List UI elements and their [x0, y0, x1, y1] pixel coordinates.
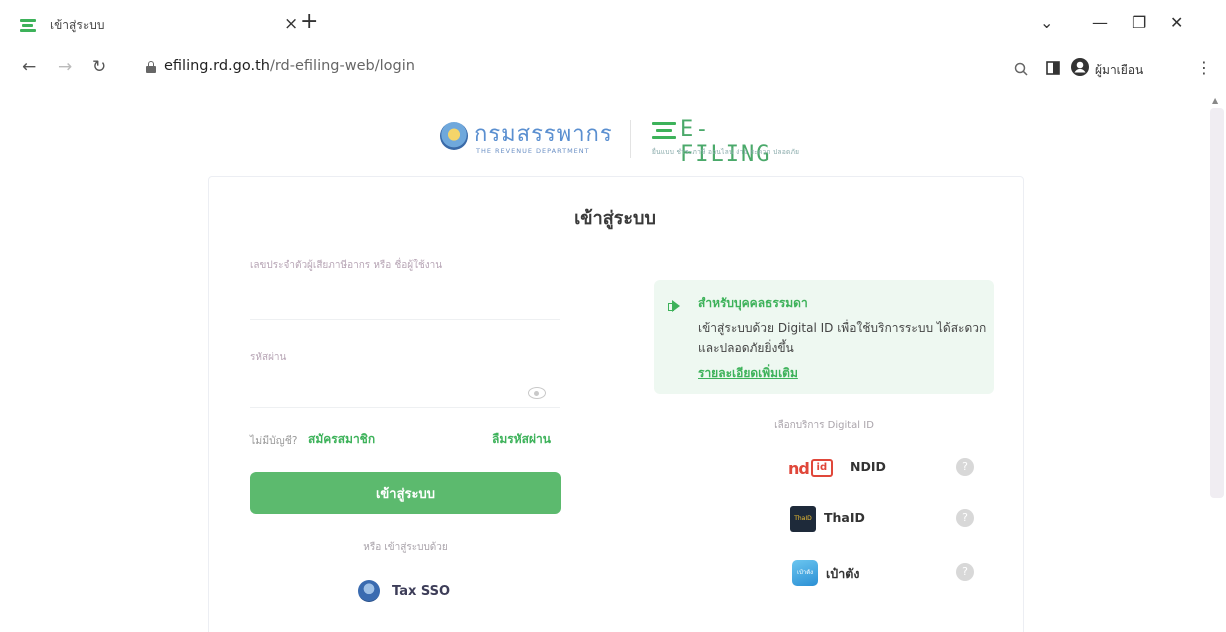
- provider-ndid[interactable]: nd id NDID ?: [654, 449, 994, 489]
- more-details-link[interactable]: รายละเอียดเพิ่มเติม: [698, 364, 798, 383]
- tab-search-dropdown-icon[interactable]: ⌄: [1040, 13, 1053, 32]
- side-panel-icon[interactable]: [1046, 61, 1060, 75]
- choose-digital-id-label: เลือกบริการ Digital ID: [774, 420, 874, 431]
- logo-divider: [630, 120, 631, 158]
- register-link[interactable]: สมัครสมาชิก: [308, 430, 375, 449]
- help-icon[interactable]: ?: [956, 458, 974, 476]
- ndid-logo-icon: nd id: [788, 455, 846, 481]
- site-header-logos: กรมสรรพากร THE REVENUE DEPARTMENT E-FILI…: [440, 116, 800, 167]
- url-domain: efiling.rd.go.th: [164, 58, 270, 74]
- login-title: เข้าสู่ระบบ: [574, 208, 656, 229]
- tab-title: เข้าสู่ระบบ: [50, 17, 105, 32]
- digital-id-info-box: สำหรับบุคคลธรรมดา เข้าสู่ระบบด้วย Digita…: [654, 280, 994, 394]
- browser-tab-bar: เข้าสู่ระบบ × + ⌄ — ❐ ✕: [0, 0, 1226, 46]
- help-icon[interactable]: ?: [956, 509, 974, 527]
- info-text: เข้าสู่ระบบด้วย Digital ID เพื่อใช้บริกา…: [698, 321, 987, 355]
- zoom-icon[interactable]: [1014, 62, 1028, 76]
- profile-avatar-icon[interactable]: [1070, 57, 1090, 77]
- page-scrollbar[interactable]: [1210, 108, 1224, 498]
- profile-name[interactable]: ผู้มาเยือน: [1095, 61, 1143, 80]
- tax-sso-seal-icon: [358, 580, 380, 602]
- efiling-logo-icon: [652, 120, 678, 142]
- tax-sso-label: Tax SSO: [392, 583, 451, 599]
- paotang-logo-icon: เป๋าตัง: [792, 560, 818, 586]
- username-input[interactable]: [250, 290, 560, 320]
- show-password-eye-icon[interactable]: [528, 387, 546, 399]
- url-path: /rd-efiling-web/login: [269, 58, 415, 74]
- thaid-logo-icon: ThaID: [790, 506, 816, 532]
- efiling-favicon-icon: [20, 17, 40, 33]
- provider-paotang[interactable]: เป๋าตัง เป๋าตัง ?: [654, 554, 994, 594]
- revenue-department-name: กรมสรรพากร: [474, 122, 613, 147]
- efiling-subtitle: ยื่นแบบ ชำระภาษี ออนไลน์ ง่าย สะดวก ปลอด…: [652, 148, 800, 156]
- forgot-password-link[interactable]: ลืมรหัสผ่าน: [492, 430, 551, 449]
- tab-close-icon[interactable]: ×: [284, 14, 298, 34]
- close-window-button[interactable]: ✕: [1170, 13, 1183, 32]
- efiling-name: E-FILING: [680, 117, 772, 167]
- browser-menu-icon[interactable]: ⋮: [1196, 58, 1212, 77]
- password-label: รหัสผ่าน: [250, 352, 287, 363]
- revenue-department-seal-icon: [440, 122, 468, 150]
- lock-icon[interactable]: [146, 61, 156, 73]
- forward-button[interactable]: →: [58, 57, 72, 77]
- browser-tab[interactable]: เข้าสู่ระบบ ×: [20, 10, 300, 40]
- or-login-with-text: หรือ เข้าสู่ระบบด้วย: [363, 542, 448, 553]
- help-icon[interactable]: ?: [956, 563, 974, 581]
- megaphone-icon: [668, 300, 682, 312]
- username-label: เลขประจำตัวผู้เสียภาษีอากร หรือ ชื่อผู้ใ…: [250, 260, 443, 271]
- provider-name: ThaID: [824, 510, 865, 525]
- minimize-button[interactable]: —: [1092, 13, 1108, 32]
- scroll-up-arrow-icon[interactable]: ▲: [1212, 96, 1218, 105]
- url-field[interactable]: efiling.rd.go.th/rd-efiling-web/login: [164, 58, 415, 74]
- tax-sso-button[interactable]: Tax SSO: [358, 580, 450, 602]
- address-bar: ← → ↻ efiling.rd.go.th/rd-efiling-web/lo…: [0, 48, 1226, 88]
- restore-button[interactable]: ❐: [1132, 13, 1146, 32]
- info-title: สำหรับบุคคลธรรมดา: [698, 296, 808, 310]
- back-button[interactable]: ←: [22, 57, 36, 77]
- password-input[interactable]: [250, 378, 560, 408]
- no-account-text: ไม่มีบัญชี?: [250, 435, 298, 447]
- revenue-department-subtitle: THE REVENUE DEPARTMENT: [476, 147, 590, 155]
- provider-name: NDID: [850, 459, 886, 474]
- provider-name: เป๋าตัง: [826, 566, 860, 581]
- new-tab-button[interactable]: +: [300, 11, 318, 33]
- login-button[interactable]: เข้าสู่ระบบ: [250, 472, 561, 514]
- reload-button[interactable]: ↻: [92, 57, 106, 77]
- provider-thaid[interactable]: ThaID ThaID ?: [654, 500, 994, 540]
